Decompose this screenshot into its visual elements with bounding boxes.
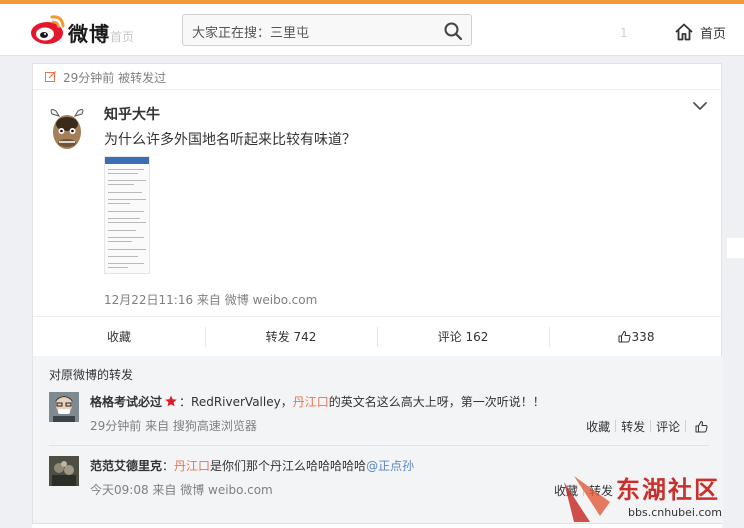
author-name[interactable]: 知乎大牛	[104, 104, 160, 124]
comment-text-line: 格格考试必过 ：RedRiverValley，丹江口的英文名这么高大上呀，第一次听…	[90, 395, 545, 409]
repost-note: 29分钟前 被转发过	[63, 71, 167, 85]
commenter-avatar[interactable]	[49, 392, 79, 422]
comment-meta[interactable]: 29分钟前 来自 搜狗高速浏览器	[90, 417, 257, 434]
search-box[interactable]	[182, 14, 472, 46]
commenter-name[interactable]: 格格考试必过	[90, 395, 162, 409]
comment-meta[interactable]: 今天09:08 来自 微博 weibo.com	[90, 481, 273, 498]
commenter-name[interactable]: 范范艾德里克	[90, 459, 162, 473]
faded-nav-text: 首页	[110, 30, 135, 44]
like-button[interactable]: 338	[549, 317, 723, 357]
topic-link[interactable]: 丹江口	[174, 459, 210, 473]
post-image-thumbnail[interactable]	[104, 156, 150, 274]
search-icon[interactable]	[443, 21, 463, 41]
weibo-logo-text[interactable]: 微博	[68, 18, 110, 47]
watermark-title: 东湖社区	[616, 476, 720, 504]
search-input[interactable]	[192, 22, 432, 40]
adjacent-panel-edge	[727, 238, 744, 258]
user-mention-link[interactable]: @正点孙	[366, 459, 414, 473]
faded-like-count: 1	[620, 26, 628, 40]
watermark-logo-icon	[564, 476, 610, 522]
star-icon	[165, 395, 177, 407]
repost-list-title: 对原微博的转发	[49, 368, 134, 382]
top-nav-bar: 微博 首页 1 首页	[0, 4, 744, 56]
chevron-down-icon[interactable]	[693, 101, 707, 111]
collect-button[interactable]: 收藏	[33, 317, 205, 357]
repost-header: 29分钟前 被转发过	[33, 64, 723, 90]
comment-repost-button[interactable]: 转发	[621, 420, 645, 434]
comment-collect-button[interactable]: 收藏	[586, 420, 610, 434]
edit-icon	[45, 71, 56, 82]
post-action-bar: 收藏 转发 742 评论 162 338	[33, 316, 723, 356]
watermark-url: bbs.cnhubei.com	[628, 506, 722, 519]
repost-button[interactable]: 转发 742	[205, 317, 377, 357]
repost-card: 29分钟前 被转发过 知乎大牛 为什么许多外国地名听起来比较有味道？ 12月22…	[32, 63, 723, 528]
author-avatar[interactable]	[47, 104, 87, 154]
thumbnail-header-bar	[105, 157, 149, 164]
comment-divider	[49, 445, 709, 446]
comment-text-line: 范范艾德里克：丹江口是你们那个丹江么哈哈哈哈哈@正点孙	[90, 459, 415, 473]
comment-button[interactable]: 评论 162	[377, 317, 549, 357]
thumb-up-icon	[618, 331, 631, 343]
post-meta[interactable]: 12月22日11:16 来自 微博 weibo.com	[104, 291, 317, 308]
post-text: 为什么许多外国地名听起来比较有味道？	[104, 132, 356, 148]
commenter-avatar[interactable]	[49, 456, 79, 486]
home-icon[interactable]	[674, 22, 694, 42]
comment-like-button[interactable]	[695, 420, 708, 433]
watermark: 东湖社区 bbs.cnhubei.com	[556, 466, 744, 528]
home-link[interactable]: 首页	[700, 23, 726, 42]
comment-actions: 收藏 转发 评论	[581, 418, 709, 435]
topic-link[interactable]: 丹江口	[293, 395, 329, 409]
comment-reply-button[interactable]: 评论	[656, 420, 680, 434]
